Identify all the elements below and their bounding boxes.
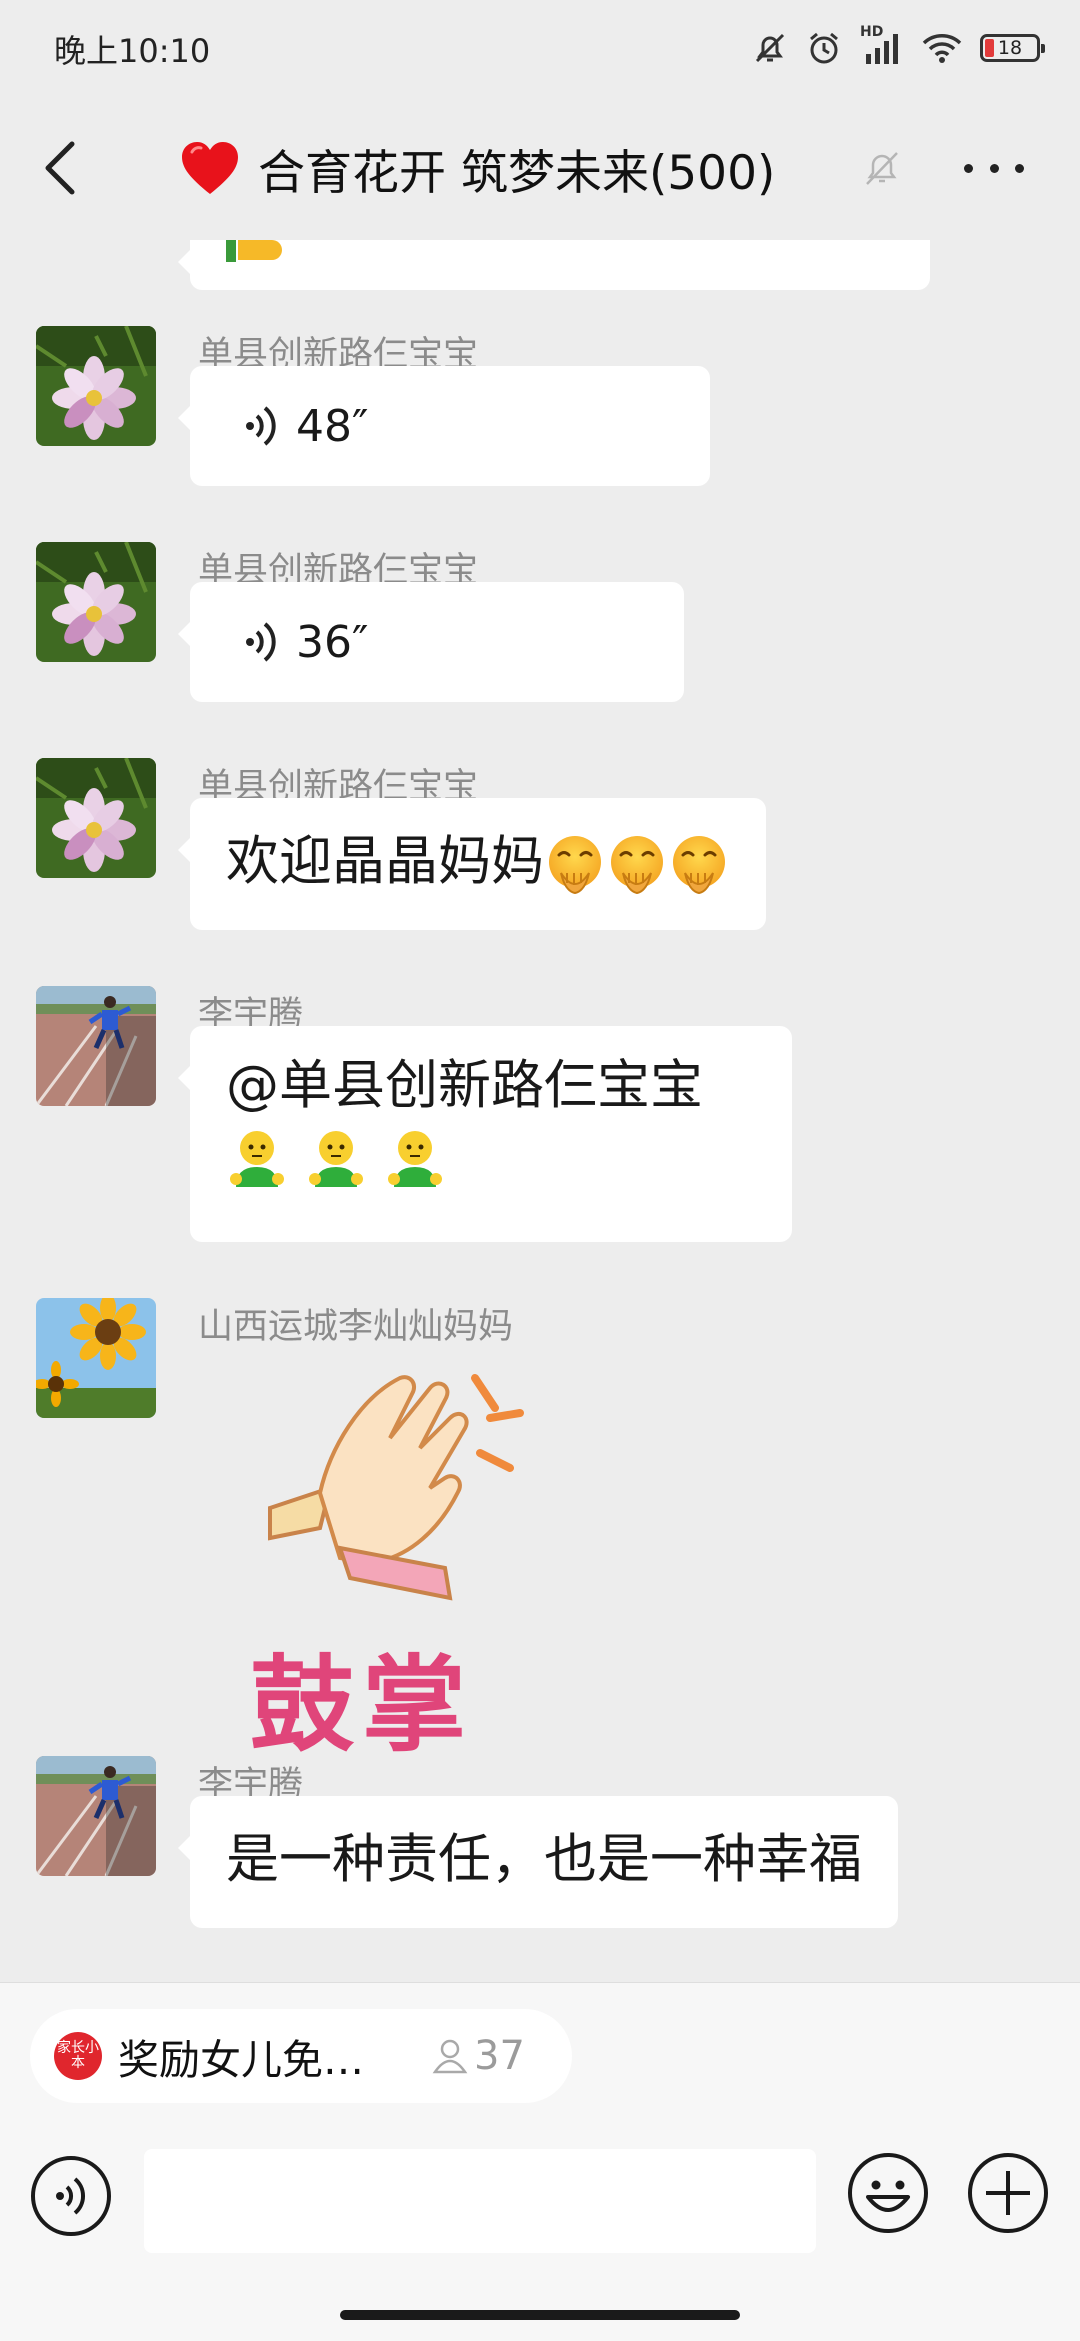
more-icon[interactable] xyxy=(964,144,1024,192)
voice-input-button[interactable] xyxy=(30,2155,112,2237)
status-time: 晚上10:10 xyxy=(54,32,211,70)
mention-text: @单县创新路仨宝宝 xyxy=(226,1055,703,1116)
home-indicator[interactable] xyxy=(340,2310,740,2320)
hand-over-mouth-emoji xyxy=(611,836,663,895)
green-shirt-emoji xyxy=(308,1131,363,1188)
signal-group: HD xyxy=(860,24,904,66)
voice-wave-icon xyxy=(246,622,276,662)
sender-name: 山西运城李灿灿妈妈 xyxy=(198,1307,514,1347)
thumbs-emoji xyxy=(226,240,282,262)
status-bar: 晚上10:10 HD 18 xyxy=(0,0,1080,96)
mute-bell-icon xyxy=(866,152,898,185)
voice-duration: 48″ xyxy=(296,400,369,452)
hand-over-mouth-emoji xyxy=(549,836,601,895)
avatar-track[interactable] xyxy=(36,986,156,1106)
message-text: 欢迎晶晶妈妈 xyxy=(226,831,544,892)
notice-count: 37 xyxy=(474,2033,525,2079)
green-shirt-emoji xyxy=(230,1131,284,1188)
green-shirt-emoji xyxy=(387,1131,442,1188)
group-notice-chip[interactable]: 家长小本 奖励女儿免… 37 xyxy=(30,2009,572,2103)
mute-status-icon xyxy=(755,33,785,63)
sticker-text: 鼓掌 xyxy=(250,1644,475,1766)
voice-duration: 36″ xyxy=(296,616,369,668)
notice-count-group: 37 xyxy=(430,2033,525,2079)
heart-icon xyxy=(182,142,238,194)
bottom-input-area: 家长小本 奖励女儿免… 37 xyxy=(0,1982,1080,2341)
avatar-cosmos[interactable] xyxy=(36,542,156,662)
status-icons: HD 18 xyxy=(752,24,1045,68)
message-input[interactable] xyxy=(144,2149,816,2253)
alarm-icon xyxy=(810,32,838,64)
battery-icon: 18 xyxy=(980,34,1045,62)
message-list[interactable]: 单县创新路仨宝宝 48″ 单县创新路仨宝宝 36″ 单县创新路仨宝宝 欢迎晶晶妈… xyxy=(0,240,1080,1982)
avatar-cosmos[interactable] xyxy=(36,758,156,878)
signal-icon xyxy=(866,34,898,64)
emoji-icon[interactable] xyxy=(846,2151,930,2235)
clapping-hands-icon xyxy=(268,1374,524,1601)
text-message[interactable]: 欢迎晶晶妈妈 xyxy=(178,798,766,930)
clapping-sticker[interactable]: 鼓掌 xyxy=(240,1358,540,1766)
chat-title: 合育花开 筑梦未来(500) xyxy=(258,145,776,201)
chat-header: 合育花开 筑梦未来(500) xyxy=(0,96,1080,240)
notice-logo: 家长小本 xyxy=(54,2032,102,2080)
hand-over-mouth-emoji xyxy=(673,836,725,895)
message-text: 是一种责任，也是一种幸福 xyxy=(226,1829,862,1890)
person-icon xyxy=(432,2039,468,2074)
avatar-track[interactable] xyxy=(36,1756,156,1876)
avatar-cosmos[interactable] xyxy=(36,326,156,446)
avatar-sunflower[interactable] xyxy=(36,1298,156,1418)
text-message[interactable]: @单县创新路仨宝宝 xyxy=(178,1026,792,1242)
message-bubble-partial[interactable] xyxy=(178,240,930,290)
text-message[interactable]: 是一种责任，也是一种幸福 xyxy=(178,1796,898,1928)
voice-message[interactable]: 36″ xyxy=(178,582,684,702)
chat-title-group[interactable]: 合育花开 筑梦未来(500) xyxy=(180,136,776,201)
back-icon[interactable] xyxy=(38,136,84,200)
battery-level: 18 xyxy=(997,37,1023,59)
notice-text: 奖励女儿免… xyxy=(118,2036,364,2084)
voice-wave-icon xyxy=(246,406,276,446)
voice-message[interactable]: 48″ xyxy=(178,366,710,486)
plus-icon[interactable] xyxy=(966,2151,1050,2235)
wifi-icon xyxy=(922,34,962,63)
emoji-row xyxy=(226,1122,756,1192)
